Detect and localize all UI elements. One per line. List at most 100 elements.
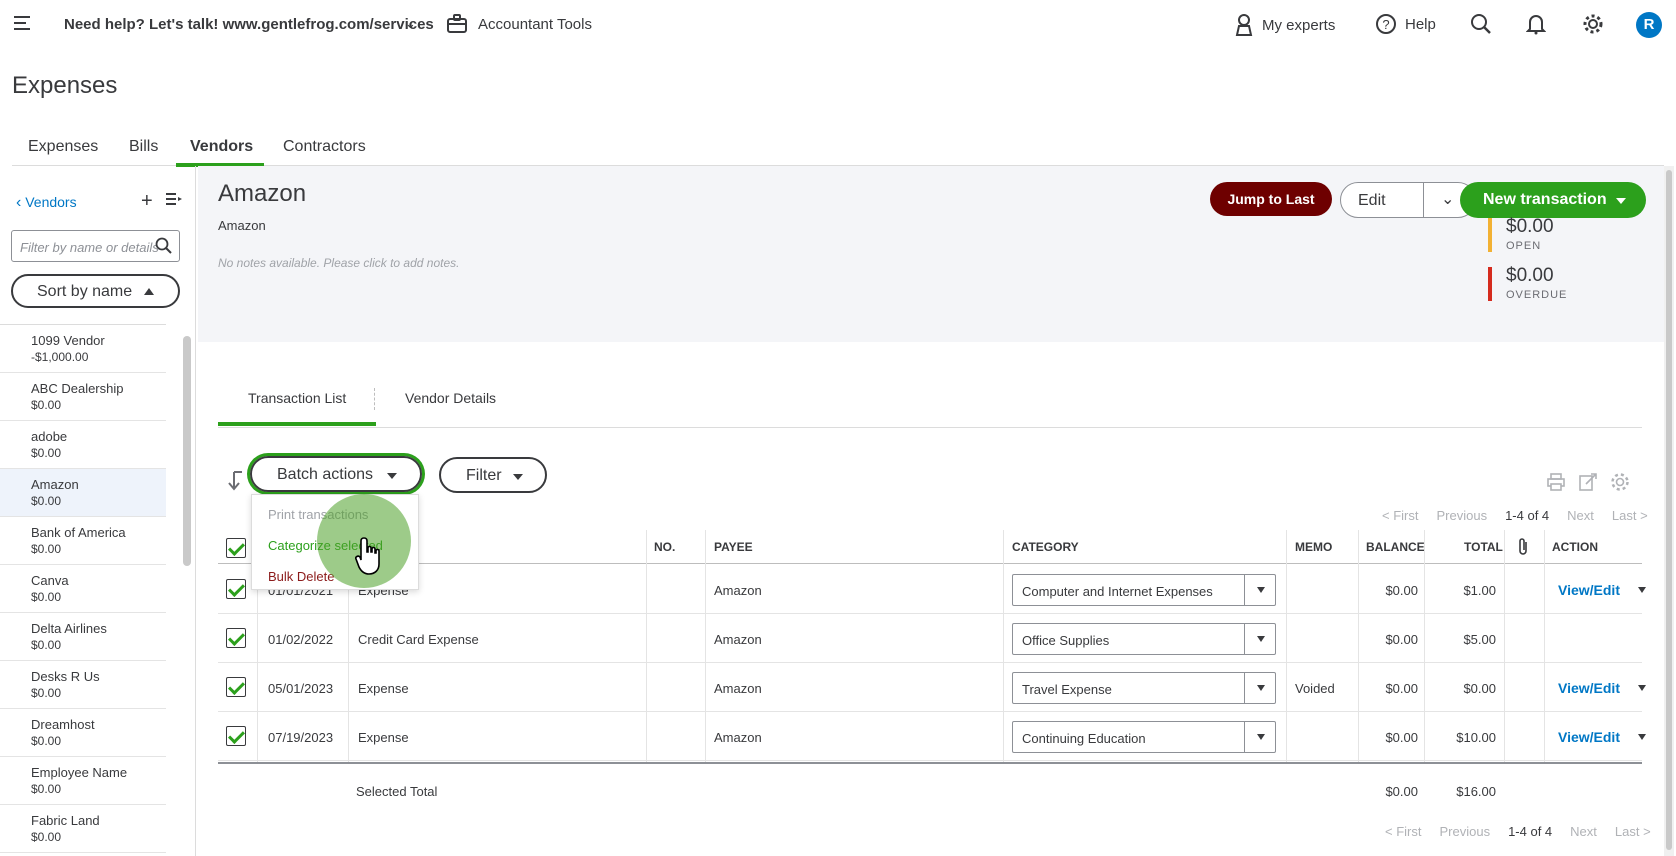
view-edit-link[interactable]: View/Edit: [1558, 680, 1620, 696]
pager-next[interactable]: Next: [1567, 508, 1594, 523]
print-icon[interactable]: [1546, 472, 1566, 492]
list-item[interactable]: Bank of America $0.00: [0, 517, 166, 565]
tab-bills[interactable]: Bills: [129, 138, 158, 164]
tab-contractors[interactable]: Contractors: [283, 138, 366, 164]
add-vendor-icon[interactable]: +: [141, 190, 153, 213]
col-no[interactable]: NO.: [654, 540, 675, 554]
page-scrollbar[interactable]: [1664, 166, 1674, 856]
vendor-balance: $0.00: [31, 542, 62, 556]
sort-arrow-icon[interactable]: [228, 470, 244, 492]
bell-icon[interactable]: [1526, 13, 1546, 35]
caret-down-icon[interactable]: [1638, 685, 1646, 691]
main-tabs: Expenses Bills Vendors Contractors: [12, 134, 1664, 167]
vendor-balance: $0.00: [31, 782, 62, 796]
menu-toggle-icon[interactable]: [14, 16, 36, 34]
back-to-vendors-link[interactable]: ‹ Vendors: [16, 194, 77, 212]
view-edit-link[interactable]: View/Edit: [1558, 729, 1620, 745]
list-item[interactable]: Delta Airlines $0.00: [0, 613, 166, 661]
row-checkbox[interactable]: [226, 579, 246, 599]
col-action[interactable]: ACTION: [1552, 540, 1598, 554]
list-item[interactable]: Dreamhost $0.00: [0, 709, 166, 757]
sidebar-scrollbar[interactable]: [183, 336, 191, 566]
col-memo[interactable]: MEMO: [1295, 540, 1332, 554]
pager-first[interactable]: < First: [1385, 824, 1421, 839]
accountant-tools-link[interactable]: Accountant Tools: [478, 16, 592, 33]
sort-by-name-button[interactable]: Sort by name: [11, 274, 180, 308]
pager-previous[interactable]: Previous: [1436, 508, 1487, 523]
list-item[interactable]: adobe $0.00: [0, 421, 166, 469]
vendor-balance: $0.00: [31, 494, 62, 508]
edit-button[interactable]: Edit: [1358, 192, 1386, 210]
row-checkbox[interactable]: [226, 677, 246, 697]
settings-icon[interactable]: [1610, 472, 1630, 492]
question-icon: ?: [1376, 14, 1396, 34]
tab-vendor-details[interactable]: Vendor Details: [405, 390, 496, 406]
category-select[interactable]: Continuing Education: [1012, 721, 1276, 753]
col-category[interactable]: CATEGORY: [1012, 540, 1079, 554]
row-checkbox[interactable]: [226, 628, 246, 648]
view-edit-link[interactable]: View/Edit: [1558, 582, 1620, 598]
category-select[interactable]: Travel Expense: [1012, 672, 1276, 704]
vendor-notes[interactable]: No notes available. Please click to add …: [218, 256, 459, 270]
expert-icon: [1235, 14, 1253, 36]
pager-previous[interactable]: Previous: [1439, 824, 1490, 839]
list-item[interactable]: Canva $0.00: [0, 565, 166, 613]
vendor-name: Employee Name: [31, 765, 128, 780]
list-item[interactable]: Fabric Land $0.00: [0, 805, 166, 853]
pager-first[interactable]: < First: [1382, 508, 1418, 523]
gear-icon[interactable]: [1582, 13, 1604, 35]
new-transaction-button[interactable]: New transaction: [1460, 182, 1646, 218]
search-icon[interactable]: [1470, 13, 1492, 35]
batch-actions-button[interactable]: Batch actions: [250, 456, 422, 492]
menu-item-bulk-delete[interactable]: Bulk Delete: [268, 569, 334, 584]
category-select[interactable]: Office Supplies: [1012, 623, 1276, 655]
chevron-down-icon[interactable]: ⌄: [1441, 189, 1454, 209]
jump-to-last-button[interactable]: Jump to Last: [1210, 182, 1332, 216]
export-icon[interactable]: [1578, 472, 1598, 492]
filter-button[interactable]: Filter: [439, 457, 547, 493]
tab-transaction-list[interactable]: Transaction List: [248, 390, 346, 406]
category-select[interactable]: Computer and Internet Expenses: [1012, 574, 1276, 606]
list-item-selected[interactable]: Amazon $0.00: [0, 469, 166, 517]
caret-down-icon[interactable]: [1638, 734, 1646, 740]
list-item[interactable]: 1099 Vendor -$1,000.00: [0, 325, 166, 373]
caret-down-icon[interactable]: [1638, 587, 1646, 593]
chevron-down-icon[interactable]: ⌄: [405, 16, 416, 32]
pager-last[interactable]: Last >: [1612, 508, 1648, 523]
pager-next[interactable]: Next: [1570, 824, 1597, 839]
avatar[interactable]: R: [1636, 12, 1662, 38]
list-item[interactable]: ABC Dealership $0.00: [0, 373, 166, 421]
cell-date: 07/19/2023: [268, 730, 334, 745]
my-experts-button[interactable]: My experts: [1234, 13, 1335, 37]
help-label: Help: [1405, 15, 1436, 33]
selected-total-row: Selected Total $0.00 $16.00: [218, 768, 1642, 808]
cell-date: 01/02/2022: [268, 632, 334, 647]
table-row[interactable]: 01/01/2021 Expense Amazon Computer and I…: [218, 565, 1646, 614]
col-balance[interactable]: BALANCE: [1366, 540, 1425, 554]
scrollbar-thumb[interactable]: [1666, 170, 1672, 850]
select-divider: [1244, 722, 1245, 752]
table-row[interactable]: 01/02/2022 Credit Card Expense Amazon Of…: [218, 614, 1642, 663]
help-button[interactable]: ? Help: [1375, 13, 1436, 35]
list-item[interactable]: Employee Name $0.00: [0, 757, 166, 805]
cell-total: $5.00: [1463, 632, 1496, 647]
vendor-filter-input[interactable]: Filter by name or details: [11, 230, 180, 262]
table-row[interactable]: 05/01/2023 Expense Amazon Travel Expense…: [218, 663, 1646, 712]
hand-cursor-icon: [355, 537, 380, 575]
list-menu-icon[interactable]: [166, 192, 182, 206]
top-bar: Need help? Let's talk! www.gentlefrog.co…: [0, 0, 1676, 50]
list-item[interactable]: Desks R Us $0.00: [0, 661, 166, 709]
select-all-checkbox[interactable]: [226, 538, 246, 558]
col-total[interactable]: TOTAL: [1464, 540, 1503, 554]
tab-expenses[interactable]: Expenses: [28, 138, 98, 164]
tab-vendors[interactable]: Vendors: [190, 138, 253, 164]
briefcase-icon[interactable]: [446, 14, 468, 34]
cell-balance: $0.00: [1385, 730, 1418, 745]
table-row[interactable]: 07/19/2023 Expense Amazon Continuing Edu…: [218, 712, 1646, 761]
col-payee[interactable]: PAYEE: [714, 540, 753, 554]
edit-divider: [1423, 183, 1424, 217]
row-checkbox[interactable]: [226, 726, 246, 746]
cell-payee: Amazon: [714, 730, 762, 745]
help-banner-link[interactable]: Need help? Let's talk! www.gentlefrog.co…: [64, 16, 434, 33]
pager-last[interactable]: Last >: [1615, 824, 1651, 839]
